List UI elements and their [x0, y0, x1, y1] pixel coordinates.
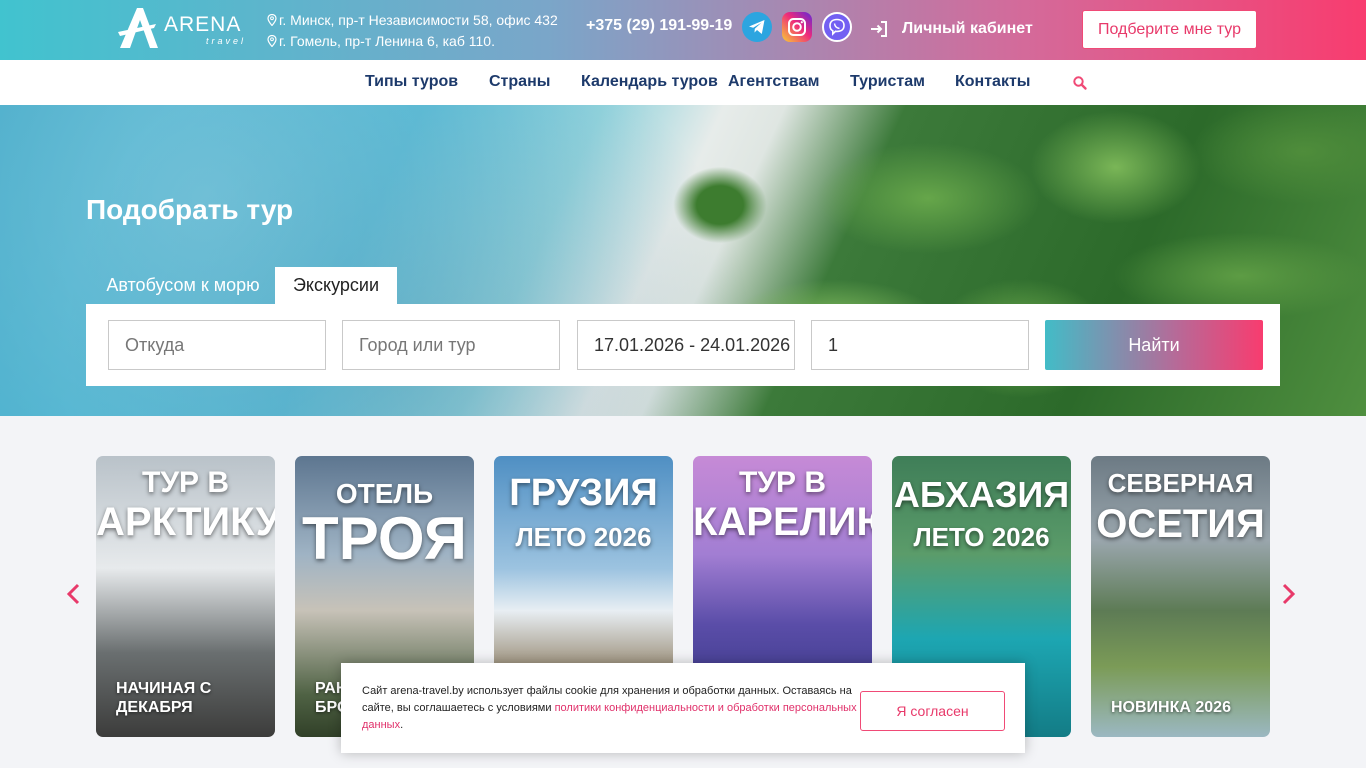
nav-item-agencies[interactable]: Агентствам: [728, 73, 820, 91]
card-heading: ТУР В: [739, 466, 826, 499]
card-subheading: ЛЕТО 2026: [913, 522, 1050, 552]
dates-input[interactable]: 17.01.2026 - 24.01.2026: [577, 320, 795, 370]
instagram-icon[interactable]: [782, 12, 812, 42]
personal-cabinet-link[interactable]: Личный кабинет: [870, 20, 1033, 38]
card-caption: НАЧИНАЯ С ДЕКАБРЯ: [116, 680, 212, 716]
tour-card-arctic[interactable]: ТУР В АРКТИКУ НАЧИНАЯ С ДЕКАБРЯ: [96, 456, 275, 737]
nav-item-countries[interactable]: Страны: [489, 73, 550, 91]
nav-item-contacts[interactable]: Контакты: [955, 73, 1030, 91]
personal-cabinet-label: Личный кабинет: [902, 20, 1033, 37]
map-pin-icon: [267, 35, 277, 47]
tourists-count-input[interactable]: 1: [811, 320, 1029, 370]
cookie-text: Сайт arena-travel.by использует файлы co…: [362, 683, 867, 734]
find-button[interactable]: Найти: [1045, 320, 1263, 370]
top-header: ARENA travel г. Минск, пр-т Независимост…: [0, 0, 1366, 60]
cookie-agree-button[interactable]: Я согласен: [860, 691, 1005, 731]
cookie-banner: Сайт arena-travel.by использует файлы co…: [341, 663, 1025, 753]
search-icon[interactable]: [1072, 75, 1088, 91]
hero-title: Подобрать тур: [86, 194, 294, 225]
card-subheading: ТРОЯ: [302, 505, 467, 572]
hero-search-section: Подобрать тур Автобусом к морю Экскурсии…: [0, 105, 1366, 416]
city-or-tour-input[interactable]: Город или тур: [342, 320, 560, 370]
login-icon: [871, 21, 887, 37]
address-minsk: г. Минск, пр-т Независимости 58, офис 43…: [267, 12, 558, 28]
viber-icon[interactable]: [822, 12, 852, 42]
telegram-icon[interactable]: [742, 12, 772, 42]
pick-tour-button[interactable]: Подберите мне тур: [1082, 10, 1257, 49]
card-subheading: АРКТИКУ: [96, 500, 275, 544]
logo-text: ARENA: [164, 13, 242, 36]
slider-next-arrow-icon[interactable]: [1280, 583, 1296, 605]
card-heading: СЕВЕРНАЯ: [1107, 468, 1254, 498]
search-panel: Откуда Город или тур 17.01.2026 - 24.01.…: [86, 304, 1280, 386]
slider-prev-arrow-icon[interactable]: [66, 583, 82, 605]
address-gomel: г. Гомель, пр-т Ленина 6, каб 110.: [267, 33, 495, 49]
nav-item-tour-types[interactable]: Типы туров: [365, 73, 458, 91]
address-gomel-text: г. Гомель, пр-т Ленина 6, каб 110.: [279, 33, 495, 49]
address-minsk-text: г. Минск, пр-т Независимости 58, офис 43…: [279, 12, 558, 28]
from-input[interactable]: Откуда: [108, 320, 326, 370]
logo-mark-icon: [118, 8, 158, 48]
card-heading: АБХАЗИЯ: [893, 474, 1070, 515]
card-caption: НОВИНКА 2026: [1111, 699, 1231, 716]
main-nav: Типы туров Страны Календарь туров Агентс…: [0, 60, 1366, 105]
card-heading: ТУР В: [142, 466, 229, 499]
nav-item-tour-calendar[interactable]: Календарь туров: [581, 73, 718, 91]
card-heading: ГРУЗИЯ: [509, 472, 658, 514]
hero-palm-decoration: [665, 160, 775, 250]
logo[interactable]: ARENA travel: [118, 6, 243, 50]
tab-excursions[interactable]: Экскурсии: [275, 267, 397, 304]
card-subheading: КАРЕЛИЮ: [693, 500, 872, 544]
nav-item-tourists[interactable]: Туристам: [850, 73, 925, 91]
map-pin-icon: [267, 14, 277, 26]
cookie-message-tail: .: [400, 719, 404, 731]
logo-subtext: travel: [206, 36, 247, 46]
tour-card-north-ossetia[interactable]: СЕВЕРНАЯ ОСЕТИЯ НОВИНКА 2026: [1091, 456, 1270, 737]
phone-link[interactable]: +375 (29) 191-99-19: [586, 17, 732, 35]
card-subheading: ЛЕТО 2026: [515, 522, 652, 552]
card-subheading: ОСЕТИЯ: [1096, 502, 1265, 546]
tab-bus-to-sea[interactable]: Автобусом к морю: [96, 267, 270, 304]
